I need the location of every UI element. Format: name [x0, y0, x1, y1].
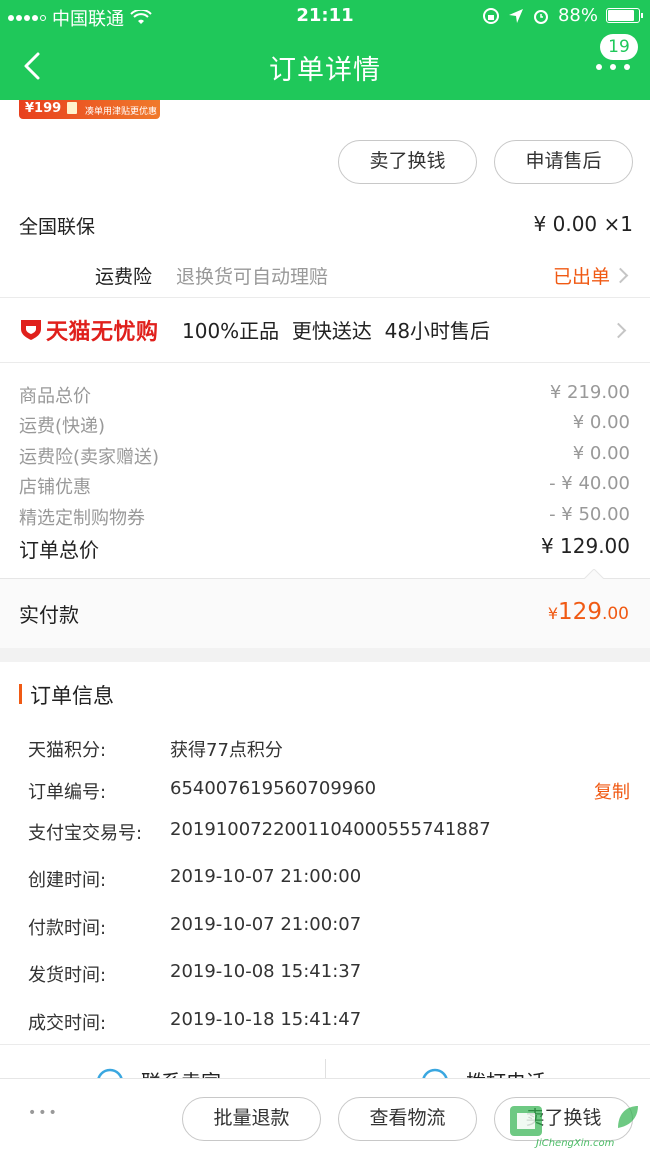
view-logistics-button[interactable]: 查看物流 — [338, 1097, 477, 1141]
more-actions-button[interactable]: ••• — [28, 1105, 59, 1121]
price-row-store-discount: 店铺优惠 - ¥ 40.00 — [19, 473, 630, 499]
status-bar: 中国联通 21:11 88% — [0, 0, 650, 34]
info-value: 654007619560709960 — [170, 778, 377, 799]
price-row-coupon: 精选定制购物券 - ¥ 50.00 — [19, 504, 630, 530]
price-value: ¥ 0.00 — [572, 412, 630, 433]
price-row-insurance: 运费险(卖家赠送) ¥ 0.00 — [19, 443, 630, 469]
info-label: 天猫积分: — [28, 740, 107, 761]
chevron-right-icon — [610, 322, 627, 339]
warranty-label: 全国联保 — [19, 216, 96, 238]
info-value: 2019-10-07 21:00:07 — [170, 914, 362, 935]
price-label: 店铺优惠 — [19, 477, 91, 498]
paid-amount-panel: 实付款 ¥129.00 — [0, 569, 650, 648]
nav-bar: 订单详情 19 — [0, 34, 650, 100]
tmall-shield-icon — [21, 320, 41, 340]
divider — [0, 297, 650, 298]
copy-order-number-button[interactable]: 复制 — [594, 778, 630, 804]
info-label: 付款时间: — [28, 918, 107, 939]
price-label: 精选定制购物券 — [19, 508, 145, 529]
battery-icon — [606, 8, 643, 23]
shipping-insurance-desc: 退换货可自动理赔 — [176, 266, 329, 288]
price-value: ¥ 0.00 — [572, 443, 630, 464]
info-label: 创建时间: — [28, 870, 107, 891]
order-total-row: 订单总价 ¥ 129.00 — [19, 534, 630, 563]
tmall-features: 100%正品 更快送达 48小时售后 — [182, 319, 491, 343]
price-value: ¥ 219.00 — [549, 382, 630, 403]
more-menu-icon[interactable] — [596, 62, 630, 72]
info-value: 获得77点积分 — [170, 740, 283, 761]
price-label: 运费(快递) — [19, 416, 106, 437]
promo-price: ¥199 — [25, 101, 62, 116]
info-label: 支付宝交易号: — [28, 823, 143, 844]
sell-for-cash-button[interactable]: 卖了换钱 — [338, 140, 477, 184]
order-total-value: ¥ 129.00 — [540, 534, 630, 558]
info-value: 2019-10-08 15:41:37 — [170, 961, 362, 982]
order-info-title: 订单信息 — [30, 684, 114, 708]
order-info-header: 订单信息 — [0, 680, 650, 710]
paid-label: 实付款 — [19, 603, 79, 627]
battery-percent: 88% — [557, 5, 598, 26]
contact-row: 联系卖家 拨打电话 — [0, 1045, 650, 1079]
alarm-icon — [533, 9, 548, 24]
section-accent-bar — [19, 684, 22, 704]
shipping-insurance-status: 已出单 — [552, 266, 610, 288]
price-row-goods: 商品总价 ¥ 219.00 — [19, 382, 630, 408]
info-label: 发货时间: — [28, 965, 107, 986]
price-label: 运费险(卖家赠送) — [19, 447, 160, 468]
divider — [325, 1059, 326, 1079]
section-gap — [0, 648, 650, 662]
price-label: 商品总价 — [19, 386, 91, 407]
location-icon — [508, 8, 523, 23]
price-value: - ¥ 40.00 — [549, 473, 630, 494]
after-sale-button[interactable]: 申请售后 — [494, 140, 633, 184]
tmall-guarantee-banner[interactable]: 天猫无忧购 100%正品 更快送达 48小时售后 — [0, 312, 650, 348]
info-value: 2019-10-07 21:00:00 — [170, 866, 362, 887]
warranty-row: 全国联保 ¥ 0.00 ×1 — [0, 212, 650, 240]
page-title: 订单详情 — [269, 55, 381, 86]
warranty-value: ¥ 0.00 ×1 — [533, 212, 633, 236]
shipping-insurance-label: 运费险 — [95, 266, 153, 288]
shipping-insurance-row[interactable]: 运费险 退换货可自动理赔 已出单 — [0, 262, 650, 290]
order-total-label: 订单总价 — [19, 538, 99, 562]
tmall-brand-label: 天猫无忧购 — [46, 320, 159, 345]
info-value: 2019-10-18 15:41:47 — [170, 1009, 362, 1030]
paid-amount: ¥129.00 — [547, 599, 629, 625]
info-label: 订单编号: — [28, 782, 107, 803]
batch-refund-button[interactable]: 批量退款 — [182, 1097, 321, 1141]
price-value: - ¥ 50.00 — [549, 504, 630, 525]
watermark-logo-icon — [510, 1106, 542, 1136]
info-value: 2019100722001104000555741887 — [170, 819, 491, 840]
price-row-shipping: 运费(快递) ¥ 0.00 — [19, 412, 630, 438]
leaf-icon — [618, 1106, 638, 1128]
chevron-right-icon — [612, 267, 629, 284]
gift-icon — [67, 102, 77, 114]
divider — [0, 362, 650, 363]
watermark-text: JiChengXin.com — [536, 1138, 615, 1149]
info-label: 成交时间: — [28, 1013, 107, 1034]
site-watermark: JiChengXin.com — [506, 1098, 646, 1155]
caret-up-icon — [584, 569, 604, 579]
promo-tag: ¥199 凑单用津贴更优惠 — [19, 100, 160, 119]
promo-text: 凑单用津贴更优惠 — [85, 107, 158, 117]
rotation-lock-icon — [482, 7, 499, 24]
message-count-badge: 19 — [600, 34, 638, 60]
